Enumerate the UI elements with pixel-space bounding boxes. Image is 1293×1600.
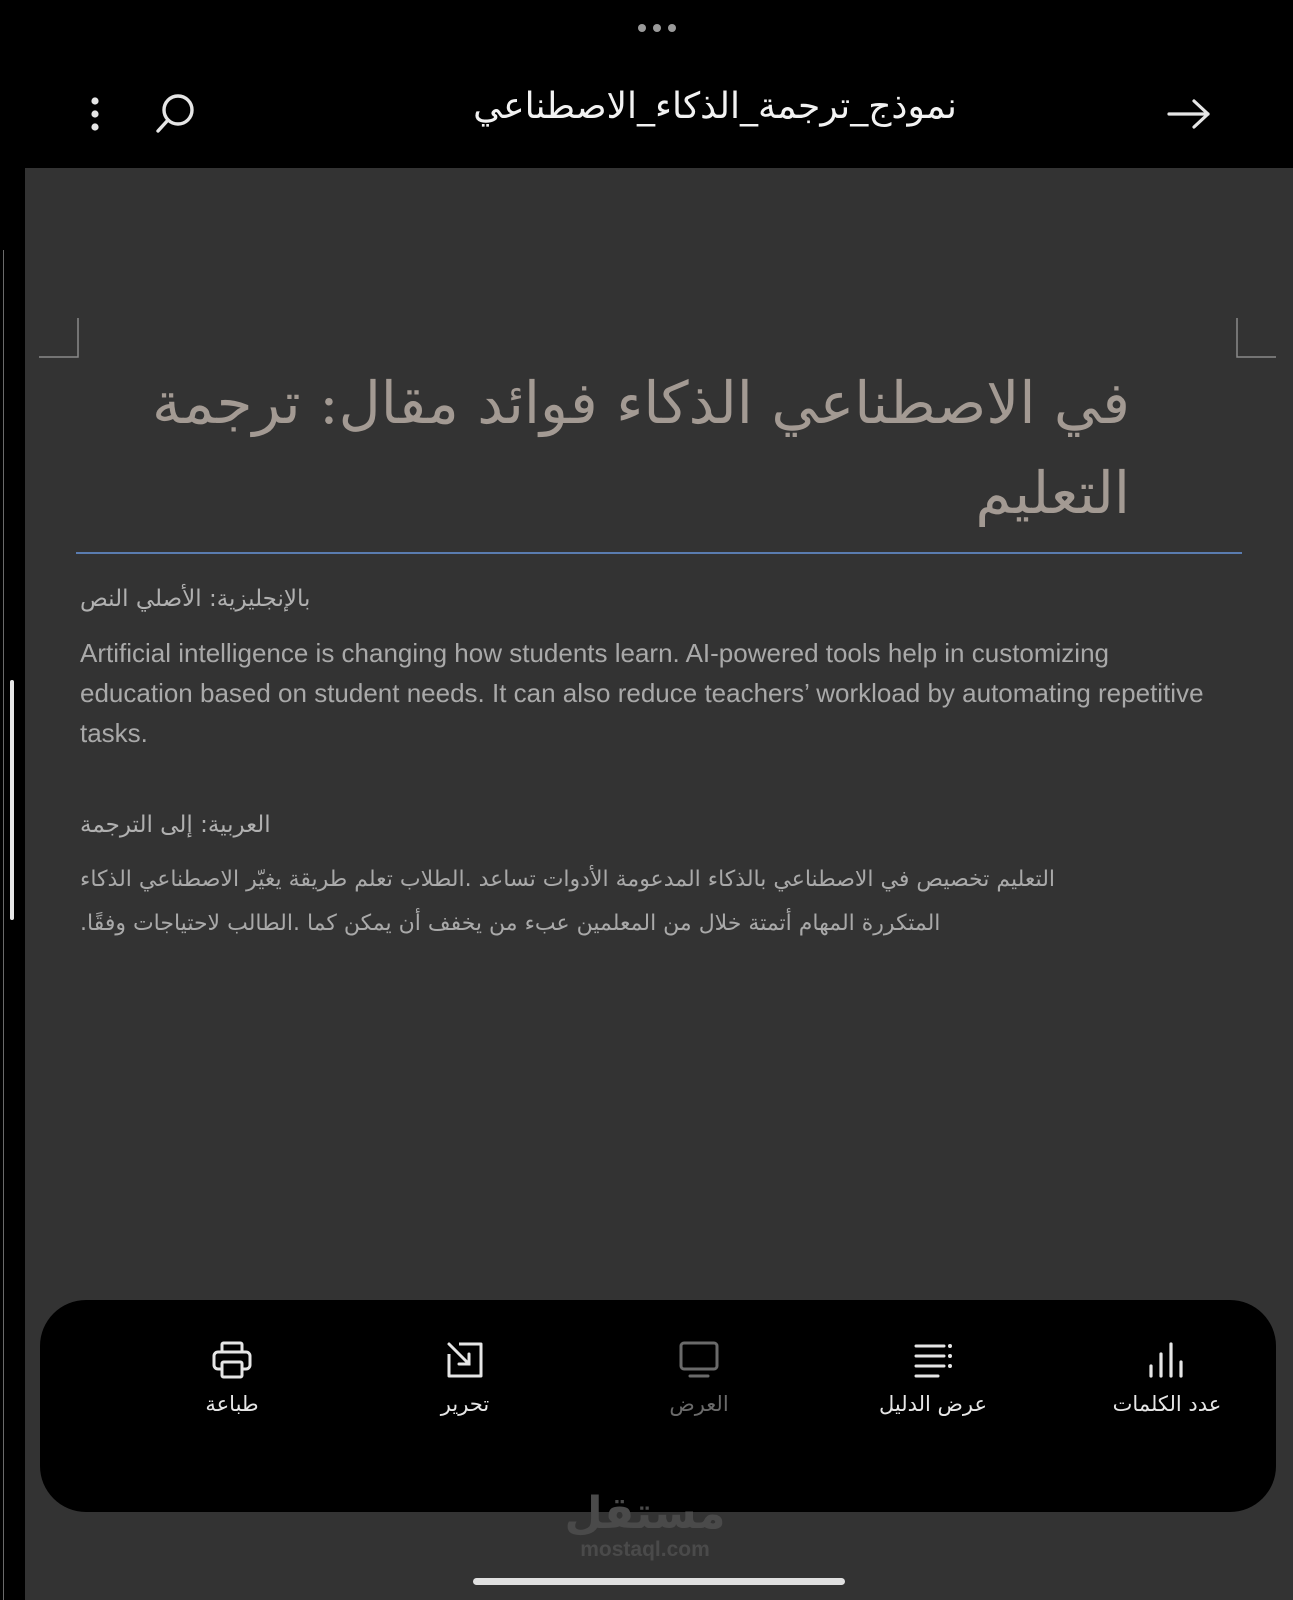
search-icon[interactable] [149, 88, 201, 140]
word-count-label: عدد الكلمات [1112, 1392, 1222, 1416]
outline-label: عرض الدليل [878, 1392, 988, 1416]
more-vertical-icon[interactable] [77, 90, 113, 138]
edit-button[interactable]: تحرير [375, 1340, 555, 1416]
edit-icon [447, 1342, 483, 1378]
document-title: نموذج_ترجمة_الذكاء_الاصطناعي [473, 86, 957, 127]
crop-mark-left [39, 318, 79, 358]
left-edge [0, 250, 25, 1600]
view-button[interactable]: العرض [609, 1340, 789, 1416]
watermark-latin: mostaql.com [580, 1538, 710, 1561]
word-count-button[interactable]: عدد الكلمات [1077, 1340, 1257, 1416]
watermark-arabic: مستقل [564, 1488, 726, 1539]
multi-window-handle[interactable] [638, 24, 676, 32]
translation-line-2: المتكررة المهام أتمتة خلال من المعلمين ع… [80, 911, 941, 936]
monitor-icon [679, 1341, 719, 1378]
view-label: العرض [669, 1392, 729, 1416]
document-heading: في الاصطناعي الذكاء فوائد مقال: ترجمة ال… [80, 358, 1130, 538]
scrollbar-thumb[interactable] [10, 680, 14, 920]
original-text-label: بالإنجليزية: الأصلي النص [80, 586, 311, 612]
outline-button[interactable]: عرض الدليل [843, 1340, 1023, 1416]
bar-chart-icon [1149, 1342, 1183, 1378]
edge-line [3, 250, 4, 1600]
home-indicator[interactable] [473, 1578, 845, 1585]
edit-label: تحرير [440, 1392, 490, 1416]
translation-label: العربية: إلى الترجمة [80, 812, 271, 838]
top-app-bar: نموذج_ترجمة_الذكاء_الاصطناعي [25, 60, 1293, 168]
printer-icon [212, 1341, 252, 1379]
heading-line-2: التعليم [975, 459, 1130, 527]
print-button[interactable]: طباعة [142, 1340, 322, 1416]
translation-line-1: التعليم تخصيص في الاصطناعي بالذكاء المدع… [80, 867, 1056, 892]
translation-paragraph: التعليم تخصيص في الاصطناعي بالذكاء المدع… [80, 858, 1230, 946]
original-text-paragraph: Artificial intelligence is changing how … [80, 638, 1204, 748]
outline-list-icon [914, 1344, 952, 1378]
bottom-toolbar: طباعة تحرير العرض عرض الدليل عدد الكلمات [40, 1300, 1276, 1512]
heading-underline [76, 552, 1242, 554]
print-label: طباعة [205, 1392, 259, 1416]
arrow-right-icon[interactable] [1161, 88, 1217, 140]
crop-mark-right [1236, 318, 1276, 358]
left-edge-top [0, 0, 25, 250]
heading-line-1: في الاصطناعي الذكاء فوائد مقال: ترجمة [152, 369, 1130, 437]
app-screen: نموذج_ترجمة_الذكاء_الاصطناعي في الاصطناع… [0, 0, 1293, 1600]
watermark: مستقل mostaql.com [540, 1490, 750, 1562]
